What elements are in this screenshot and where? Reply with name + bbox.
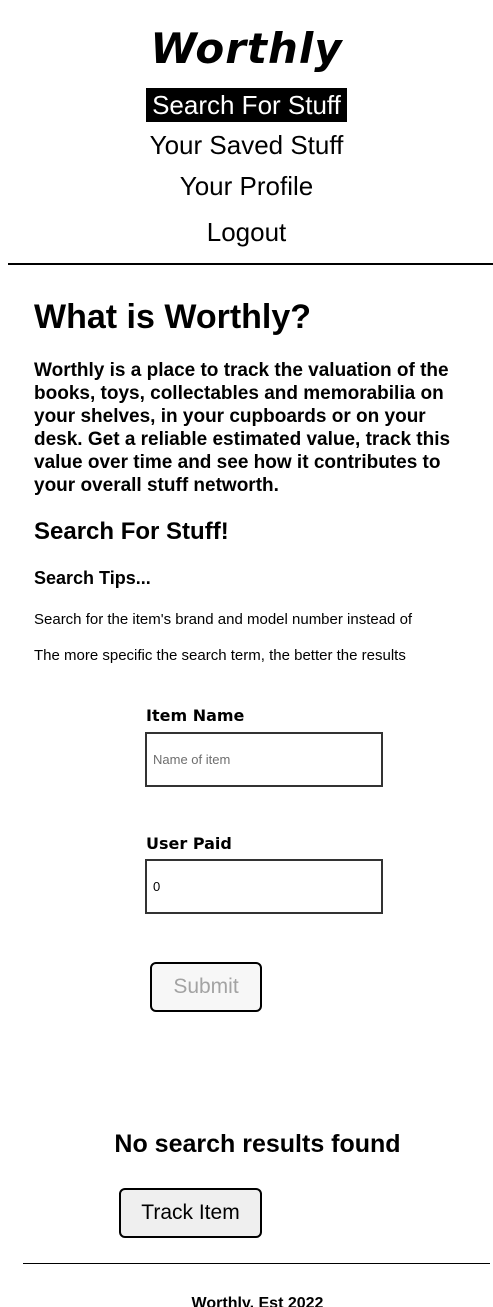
footer-divider [23, 1263, 490, 1264]
item-name-input[interactable] [145, 732, 383, 787]
page: Worthly Search For Stuff Your Saved Stuf… [0, 0, 493, 1307]
nav-your-profile[interactable]: Your Profile [0, 169, 493, 203]
nav-label: Search For Stuff [146, 88, 347, 122]
nav-logout[interactable]: Logout [0, 215, 493, 249]
search-tip: The more specific the search term, the b… [34, 647, 406, 664]
search-tip: Search for the item's brand and model nu… [34, 611, 413, 628]
track-item-button[interactable]: Track Item [119, 1188, 262, 1238]
nav-label: Your Profile [179, 171, 314, 201]
user-paid-input[interactable] [145, 859, 383, 914]
brand-logo: Worthly [150, 24, 343, 73]
tips-heading: Search Tips... [34, 568, 151, 588]
nav-your-saved-stuff[interactable]: Your Saved Stuff [0, 128, 493, 162]
page-title: What is Worthly? [34, 298, 312, 336]
search-heading: Search For Stuff! [34, 518, 229, 545]
header-divider [8, 263, 493, 265]
no-results-message: No search results found [114, 1130, 401, 1158]
footer-text: Worthly, Est 2022 [191, 1295, 324, 1307]
submit-button[interactable]: Submit [150, 962, 262, 1012]
nav-search-for-stuff[interactable]: Search For Stuff [0, 88, 493, 122]
intro-text: Worthly is a place to track the valuatio… [34, 360, 451, 496]
item-name-label: Item Name [146, 706, 245, 725]
nav-label: Logout [206, 217, 287, 247]
nav-label: Your Saved Stuff [149, 130, 344, 160]
user-paid-label: User Paid [146, 834, 232, 853]
